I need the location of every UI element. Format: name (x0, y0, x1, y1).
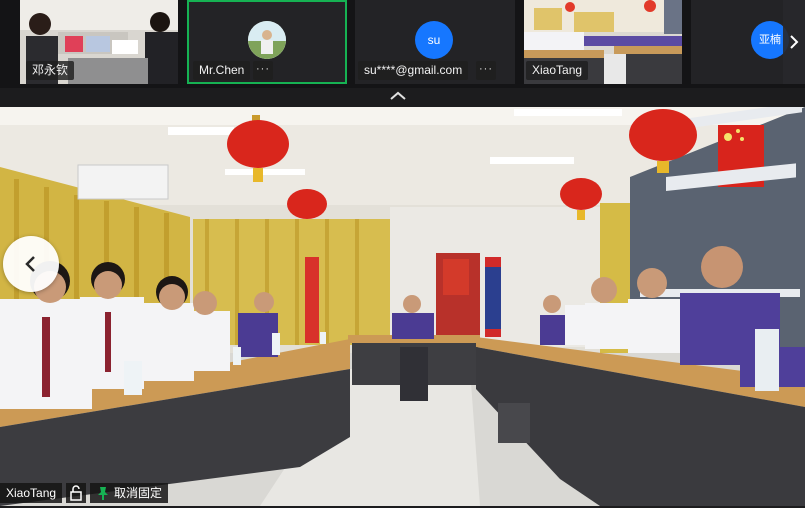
participant-name: Mr.Chen (193, 61, 251, 80)
participant-avatar: su (415, 21, 453, 59)
previous-page-button[interactable] (3, 236, 59, 292)
unpin-label: 取消固定 (114, 486, 163, 500)
chevron-up-icon (390, 91, 406, 100)
speaker-name-label: XiaoTang (0, 483, 63, 503)
participant-tile[interactable]: su su****@gmail.com ··· (355, 0, 515, 84)
lock-icon (70, 485, 82, 501)
pin-icon (98, 487, 108, 500)
participant-avatar (248, 21, 286, 59)
participant-name: 邓永钦 (26, 61, 75, 80)
participant-tile[interactable]: Mr.Chen ··· (187, 0, 347, 84)
strip-next-button[interactable] (783, 0, 805, 84)
participant-name: XiaoTang (526, 61, 589, 80)
conference-room-video (0, 107, 805, 506)
chevron-left-icon (25, 256, 35, 272)
participant-tile[interactable]: XiaoTang (524, 0, 682, 84)
more-options-button[interactable]: ··· (476, 61, 496, 80)
video-overlay-bar: XiaoTang 取消固定 (0, 481, 805, 506)
more-options-button[interactable]: ··· (253, 61, 273, 80)
participant-name: su****@gmail.com (358, 61, 469, 80)
unpin-button[interactable]: 取消固定 (90, 483, 169, 503)
participant-tile[interactable]: 邓永钦 (20, 0, 178, 84)
main-video (0, 107, 805, 506)
lock-button[interactable] (66, 483, 86, 503)
participant-strip: 邓永钦 Mr.Chen ··· su su****@gmail.com ··· (0, 0, 805, 88)
chevron-right-icon (790, 35, 799, 49)
collapse-strip-button[interactable] (387, 88, 409, 104)
